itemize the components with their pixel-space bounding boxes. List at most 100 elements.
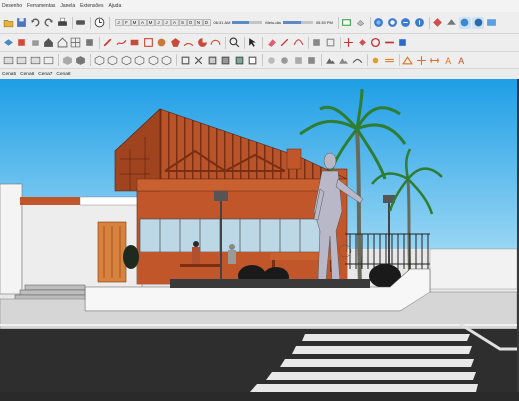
grid-icon[interactable] bbox=[70, 37, 82, 49]
time-slider-2[interactable] bbox=[282, 21, 313, 24]
styles-icon[interactable] bbox=[341, 17, 353, 29]
shaded-icon[interactable] bbox=[220, 54, 232, 66]
house-outline-icon[interactable] bbox=[56, 37, 68, 49]
month-7[interactable]: A bbox=[170, 19, 179, 26]
scene-icon[interactable] bbox=[458, 16, 471, 29]
undo-icon[interactable] bbox=[29, 17, 41, 29]
iso-icon[interactable] bbox=[93, 54, 105, 66]
month-6[interactable]: J bbox=[162, 19, 171, 26]
tape-icon[interactable] bbox=[83, 37, 95, 49]
select-icon[interactable] bbox=[2, 37, 14, 49]
views-icon[interactable] bbox=[2, 54, 14, 66]
component-2-icon[interactable] bbox=[29, 37, 41, 49]
solid-split-icon[interactable] bbox=[306, 54, 318, 66]
shape-icon[interactable] bbox=[311, 37, 323, 49]
month-10[interactable]: N bbox=[194, 19, 203, 26]
save-icon[interactable] bbox=[16, 17, 28, 29]
print-icon[interactable] bbox=[56, 17, 68, 29]
component-icon[interactable] bbox=[354, 17, 366, 29]
layout-icon[interactable] bbox=[400, 17, 412, 29]
xray-icon[interactable] bbox=[179, 54, 191, 66]
solid-sub-icon[interactable] bbox=[279, 54, 291, 66]
rotate-icon[interactable] bbox=[370, 37, 382, 49]
clock-icon[interactable] bbox=[93, 17, 105, 29]
drape-icon[interactable] bbox=[351, 54, 363, 66]
right-icon[interactable] bbox=[134, 54, 146, 66]
text3d-icon[interactable]: A bbox=[456, 54, 468, 66]
month-4[interactable]: M bbox=[146, 19, 155, 26]
month-selector[interactable]: JFMAMJJASOND bbox=[114, 19, 211, 26]
tab-cena7[interactable]: Cena7 bbox=[38, 72, 52, 77]
arrow-select-icon[interactable] bbox=[247, 37, 259, 49]
pencil-icon[interactable] bbox=[102, 37, 114, 49]
solid-trim-icon[interactable] bbox=[292, 54, 304, 66]
erase-icon[interactable] bbox=[75, 17, 87, 29]
offset-icon[interactable] bbox=[324, 37, 336, 49]
menu-ferramentas[interactable]: Ferramentas bbox=[27, 3, 55, 9]
freehand-icon[interactable] bbox=[115, 37, 127, 49]
layers-icon[interactable] bbox=[413, 17, 425, 29]
face-icon[interactable] bbox=[43, 54, 55, 66]
rectangle-icon[interactable] bbox=[129, 37, 141, 49]
tab-cena6[interactable]: Cena6 bbox=[20, 72, 34, 77]
solid-union-icon[interactable] bbox=[265, 54, 277, 66]
warehouse-icon[interactable] bbox=[373, 17, 385, 29]
front-icon[interactable] bbox=[120, 54, 132, 66]
redo-icon[interactable] bbox=[43, 17, 55, 29]
month-8[interactable]: S bbox=[178, 19, 187, 26]
open-icon[interactable] bbox=[2, 17, 14, 29]
stamp-icon[interactable] bbox=[338, 54, 350, 66]
push-icon[interactable] bbox=[356, 37, 368, 49]
circle-icon[interactable] bbox=[156, 37, 168, 49]
text-icon[interactable]: A bbox=[442, 54, 454, 66]
terrain-icon[interactable] bbox=[324, 54, 336, 66]
follow-icon[interactable] bbox=[383, 37, 395, 49]
move-icon[interactable] bbox=[343, 37, 355, 49]
zoom-icon[interactable] bbox=[228, 37, 240, 49]
menu-janela[interactable]: Janela bbox=[60, 3, 75, 9]
camera-icon[interactable] bbox=[16, 54, 28, 66]
hidden-icon[interactable] bbox=[206, 54, 218, 66]
month-3[interactable]: A bbox=[138, 19, 147, 26]
tab-cena5[interactable]: Cena5 bbox=[2, 72, 16, 77]
month-11[interactable]: D bbox=[202, 19, 211, 26]
polygon-icon[interactable] bbox=[169, 37, 181, 49]
dimension-icon[interactable] bbox=[429, 54, 441, 66]
scale-icon[interactable] bbox=[397, 37, 409, 49]
fog-icon[interactable] bbox=[383, 54, 395, 66]
pie-icon[interactable] bbox=[196, 37, 208, 49]
eraser-icon[interactable] bbox=[265, 37, 277, 49]
orbit-icon[interactable] bbox=[432, 17, 444, 29]
section-fill-icon[interactable] bbox=[75, 54, 87, 66]
tab-cena8[interactable]: Cena8 bbox=[56, 72, 70, 77]
section-plane-icon[interactable] bbox=[61, 54, 73, 66]
paint-icon[interactable] bbox=[16, 37, 28, 49]
section-icon[interactable] bbox=[445, 17, 457, 29]
home-icon[interactable] bbox=[43, 37, 55, 49]
menu-desenho[interactable]: Desenho bbox=[2, 3, 22, 9]
protractor-icon[interactable] bbox=[402, 54, 414, 66]
sun-icon[interactable] bbox=[370, 54, 382, 66]
menu-ajuda[interactable]: Ajuda bbox=[108, 3, 121, 9]
month-0[interactable]: J bbox=[114, 19, 123, 26]
back-icon[interactable] bbox=[147, 54, 159, 66]
pen-icon[interactable] bbox=[279, 37, 291, 49]
sandbox-icon[interactable] bbox=[472, 16, 485, 29]
3d-viewport[interactable] bbox=[0, 79, 517, 392]
menu-extenses[interactable]: Extensões bbox=[80, 3, 103, 9]
arc-icon[interactable] bbox=[183, 37, 195, 49]
month-1[interactable]: F bbox=[122, 19, 131, 26]
left-icon[interactable] bbox=[161, 54, 173, 66]
scene-render[interactable] bbox=[0, 79, 517, 392]
arc-tool-icon[interactable] bbox=[292, 37, 304, 49]
top-icon[interactable] bbox=[107, 54, 119, 66]
month-5[interactable]: J bbox=[154, 19, 163, 26]
rotated-rect-icon[interactable] bbox=[142, 37, 154, 49]
photo-icon[interactable] bbox=[486, 17, 498, 29]
wire-icon[interactable] bbox=[193, 54, 205, 66]
month-9[interactable]: O bbox=[186, 19, 195, 26]
walk-icon[interactable] bbox=[29, 54, 41, 66]
extension-icon[interactable] bbox=[386, 17, 398, 29]
month-2[interactable]: M bbox=[130, 19, 139, 26]
arc2-icon[interactable] bbox=[210, 37, 222, 49]
